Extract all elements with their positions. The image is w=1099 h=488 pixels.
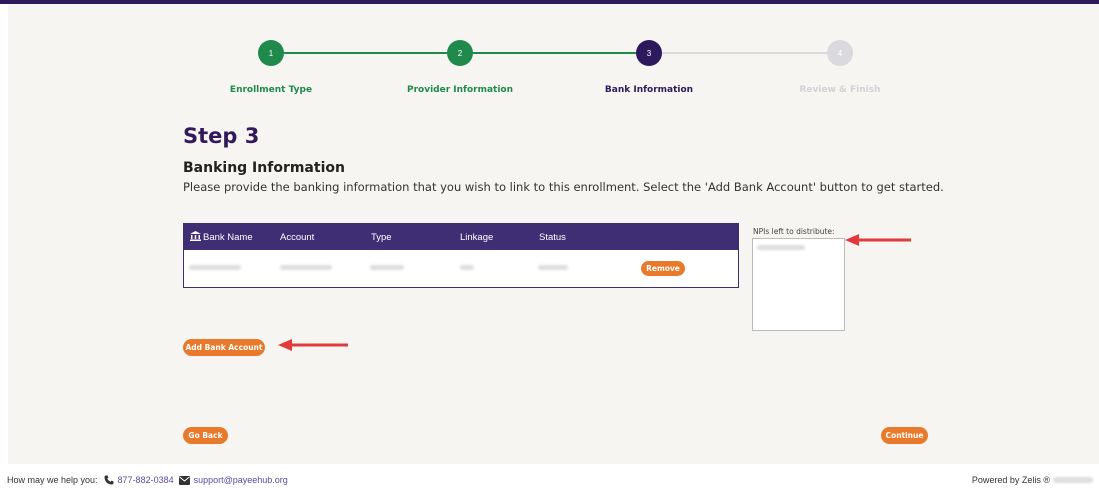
step-connector-1	[284, 52, 447, 54]
step-connector-2	[473, 52, 636, 54]
step-1-label: Enrollment Type	[229, 85, 313, 95]
annotation-arrow-add-bank	[278, 339, 348, 351]
redacted-status	[538, 265, 568, 270]
npi-label: NPIs left to distribute:	[753, 227, 835, 236]
step-4-label: Review & Finish	[799, 85, 881, 95]
npi-list[interactable]	[752, 238, 845, 331]
table-row: Remove	[184, 250, 738, 287]
redacted-version	[1053, 477, 1093, 483]
step-2-circle: 2	[447, 40, 473, 66]
bank-accounts-table: Bank Name Account Type Linkage Status Re…	[183, 223, 739, 288]
page-title: Step 3	[183, 124, 260, 148]
col-bank-name: Bank Name	[203, 232, 253, 243]
col-status: Status	[539, 232, 566, 243]
email-link[interactable]: support@payeehub.org	[194, 475, 288, 485]
col-account: Account	[280, 232, 315, 243]
redacted-linkage	[460, 265, 474, 270]
step-4-circle: 4	[827, 40, 853, 66]
footer-powered: Powered by Zelis ®	[972, 475, 1093, 485]
step-1-circle: 1	[258, 40, 284, 66]
remove-button[interactable]: Remove	[641, 261, 685, 276]
phone-link[interactable]: 877-882-0384	[118, 475, 174, 485]
redacted-type	[370, 265, 404, 270]
redacted-npi	[757, 245, 805, 250]
step-connector-3	[662, 52, 827, 54]
col-linkage: Linkage	[460, 232, 494, 243]
powered-by-text: Powered by Zelis ®	[971, 475, 1050, 485]
bank-icon	[190, 231, 201, 241]
redacted-bank-name	[189, 265, 241, 270]
redacted-account	[280, 265, 332, 270]
step-2-label: Provider Information	[406, 85, 513, 95]
help-text: How may we help you:	[7, 475, 98, 485]
footer: How may we help you: 877-882-0384 suppor…	[0, 470, 1099, 488]
section-description: Please provide the banking information t…	[183, 180, 944, 194]
table-header: Bank Name Account Type Linkage Status	[184, 224, 738, 250]
phone-icon	[104, 475, 114, 485]
add-bank-account-button[interactable]: Add Bank Account	[183, 339, 265, 356]
step-3-circle: 3	[636, 40, 662, 66]
annotation-arrow-npi	[845, 234, 911, 246]
footer-help: How may we help you: 877-882-0384 suppor…	[7, 475, 288, 485]
section-title: Banking Information	[183, 160, 345, 176]
col-type: Type	[371, 232, 392, 243]
mail-icon	[178, 475, 190, 485]
go-back-button[interactable]: Go Back	[183, 427, 228, 444]
continue-button[interactable]: Continue	[881, 427, 928, 444]
step-3-label: Bank Information	[604, 85, 694, 95]
